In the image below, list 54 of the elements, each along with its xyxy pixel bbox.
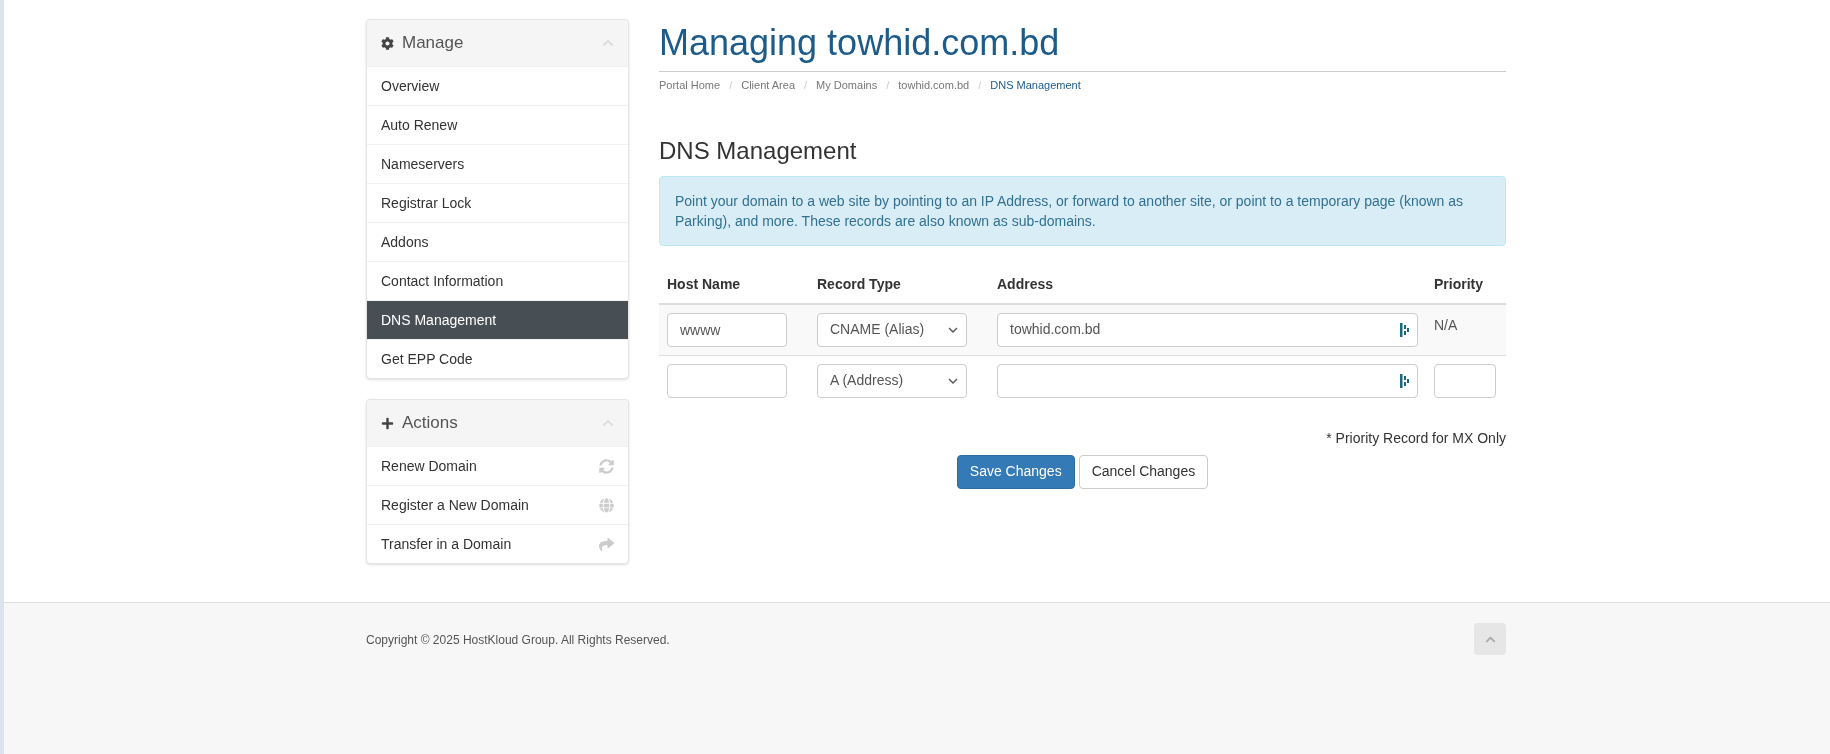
column-header: Host Name (667, 275, 741, 292)
sidebar-item[interactable]: Overview (367, 66, 628, 105)
input-field[interactable] (667, 363, 787, 398)
info-alert: Point your domain to a web site by pointing to an IP Address, or forward to another site, or point to a temporary page (known as Parking), and more. These records are also known as sub-domains. (659, 175, 1506, 246)
field-widget-icon[interactable] (1400, 322, 1409, 337)
caret-icon (948, 377, 958, 384)
record-type-select[interactable]: A (Address) (817, 363, 967, 398)
section-title: DNS Management (659, 135, 858, 166)
breadcrumb-link[interactable]: DNS Management (990, 77, 1081, 94)
settings-icon (381, 36, 394, 50)
input-field[interactable]: wwww (667, 312, 787, 347)
back-to-top-button[interactable] (1474, 623, 1506, 655)
address-field[interactable] (997, 363, 1418, 398)
priority-text: N/A (1434, 315, 1459, 335)
priority-note: * Priority Record for MX Only (1325, 428, 1506, 448)
address-field[interactable]: towhid.com.bd (997, 312, 1418, 347)
breadcrumb-separator: / (729, 78, 733, 93)
breadcrumb-link[interactable]: Client Area (741, 77, 795, 94)
column-header: Priority (1434, 275, 1483, 292)
sidebar-item[interactable]: Registrar Lock (367, 183, 628, 222)
panel-title: Manage (402, 32, 465, 55)
sidebar-item[interactable]: Renew Domain (367, 446, 628, 485)
breadcrumb-link[interactable]: Portal Home (659, 77, 721, 94)
breadcrumb-link[interactable]: towhid.com.bd (898, 77, 970, 94)
breadcrumb-separator: / (886, 78, 890, 93)
chevron-icon[interactable] (602, 37, 614, 49)
breadcrumb-link[interactable]: My Domains (816, 77, 878, 94)
panel-header[interactable]: Actions (367, 400, 628, 446)
chevron-icon[interactable] (602, 417, 614, 429)
copyright-text: Copyright © 2025 HostKloud Group. All Rights Reserved. (366, 632, 670, 649)
sidebar-item[interactable]: Auto Renew (367, 105, 628, 144)
refresh-icon (599, 458, 614, 474)
sidebar-item[interactable]: DNS Management (367, 300, 628, 339)
breadcrumb-separator: / (804, 78, 808, 93)
sidebar-item[interactable]: Get EPP Code (367, 339, 628, 378)
caret-icon (948, 326, 958, 333)
breadcrumb-separator: / (978, 78, 982, 93)
share-arrow-icon (599, 536, 614, 552)
column-header: Record Type (817, 275, 901, 292)
sidebar-item[interactable]: Nameservers (367, 144, 628, 183)
page-title: Managing towhid.com.bd (659, 21, 1061, 65)
sidebar-item[interactable]: Addons (367, 222, 628, 261)
save-button[interactable]: Save Changes (956, 454, 1075, 489)
column-header: Address (997, 275, 1054, 292)
input-field[interactable] (1434, 363, 1496, 398)
field-widget-icon[interactable] (1400, 373, 1409, 388)
sidebar-item[interactable]: Register a New Domain (367, 485, 628, 524)
globe-icon (599, 497, 614, 513)
record-type-select[interactable]: CNAME (Alias) (817, 312, 967, 347)
sidebar-item[interactable]: Transfer in a Domain (367, 524, 628, 563)
cancel-button[interactable]: Cancel Changes (1078, 454, 1209, 489)
plus-icon (381, 416, 394, 430)
panel-header[interactable]: Manage (367, 20, 628, 66)
panel-title: Actions (402, 412, 459, 435)
